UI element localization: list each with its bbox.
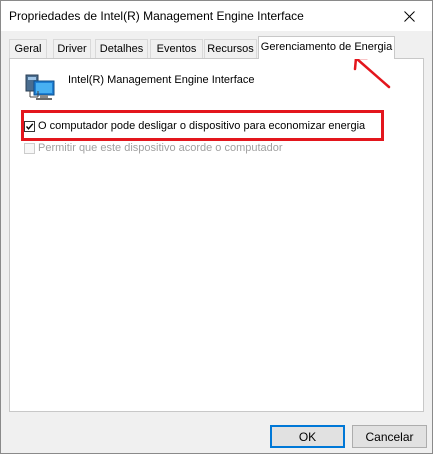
title-bar: Propriedades de Intel(R) Management Engi…: [1, 1, 432, 31]
close-icon: [403, 10, 415, 22]
tab-recursos[interactable]: Recursos: [204, 39, 257, 58]
tab-geral[interactable]: Geral: [9, 39, 47, 58]
power-management-panel: Intel(R) Management Engine Interface O c…: [9, 58, 424, 412]
ok-button[interactable]: OK: [270, 425, 345, 448]
allow-turn-off-label: O computador pode desligar o dispositivo…: [38, 120, 366, 132]
allow-wake-checkbox: [24, 142, 35, 154]
tab-eventos[interactable]: Eventos: [150, 39, 203, 58]
tab-gerenciamento-de-energia[interactable]: Gerenciamento de Energia: [258, 36, 395, 59]
tab-driver[interactable]: Driver: [53, 39, 91, 58]
allow-turn-off-checkbox[interactable]: [24, 120, 35, 132]
network-adapter-icon: [24, 73, 58, 101]
allow-wake-label: Permitir que este dispositivo acorde o c…: [38, 142, 283, 154]
cancel-button[interactable]: Cancelar: [352, 425, 427, 448]
device-name: Intel(R) Management Engine Interface: [68, 74, 255, 86]
properties-dialog: Propriedades de Intel(R) Management Engi…: [0, 0, 433, 454]
allow-wake-option: Permitir que este dispositivo acorde o c…: [24, 141, 283, 155]
tab-strip: Geral Driver Detalhes Eventos Recursos G…: [9, 36, 424, 59]
close-button[interactable]: [386, 1, 432, 31]
allow-turn-off-option[interactable]: O computador pode desligar o dispositivo…: [24, 119, 365, 133]
check-icon: [25, 122, 34, 130]
window-title: Propriedades de Intel(R) Management Engi…: [9, 9, 304, 23]
tab-detalhes[interactable]: Detalhes: [95, 39, 148, 58]
